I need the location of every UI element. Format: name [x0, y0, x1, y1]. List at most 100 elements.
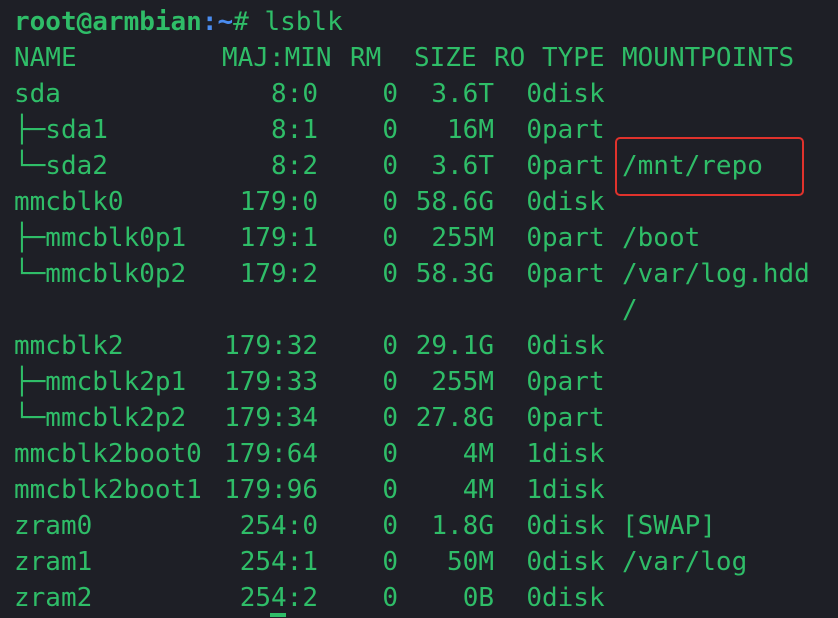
device-size: 255M [431, 367, 494, 397]
device-ro: 0 [526, 187, 542, 217]
table-row: mmcblk2boot0 179:64 0 4M 1 disk [14, 436, 824, 472]
device-majmin: 254:2 [239, 583, 318, 613]
table-row: zram2 254:2 0 0B 0 disk [14, 580, 824, 616]
device-size: 3.6T [431, 79, 494, 109]
device-type: disk [542, 79, 605, 109]
device-rm: 0 [382, 511, 398, 541]
device-ro: 0 [526, 223, 542, 253]
device-mountpoint [622, 76, 838, 112]
device-rm: 0 [382, 583, 398, 613]
device-name: ├─mmcblk0p1 [14, 223, 187, 253]
device-mountpoint: [SWAP] [622, 511, 716, 541]
device-ro: 0 [526, 511, 542, 541]
device-type: part [542, 223, 605, 253]
device-majmin [222, 292, 318, 328]
device-majmin: 254:1 [239, 547, 318, 577]
device-majmin: 179:1 [239, 223, 318, 253]
device-type: part [542, 403, 605, 433]
header-majmin: MAJ:MIN [222, 43, 332, 73]
device-name: ├─sda1 [14, 115, 108, 145]
device-mountpoint: /var/log.hdd [622, 259, 810, 289]
device-type: part [542, 259, 605, 289]
device-name: mmcblk0 [14, 187, 124, 217]
header-name: NAME [14, 43, 77, 73]
prompt-path: :~ [201, 7, 234, 37]
device-type: disk [542, 475, 605, 505]
device-size: 27.8G [415, 403, 494, 433]
device-rm: 0 [382, 115, 398, 145]
device-mountpoint [622, 436, 838, 472]
device-majmin: 179:0 [239, 187, 318, 217]
device-ro: 0 [526, 583, 542, 613]
table-row: └─mmcblk2p2 179:34 0 27.8G 0 part [14, 400, 824, 436]
device-mountpoint [622, 580, 838, 616]
device-rm: 0 [382, 151, 398, 181]
device-majmin: 8:0 [271, 79, 318, 109]
header-rm: RM [350, 43, 382, 73]
device-name: └─mmcblk0p2 [14, 259, 187, 289]
prompt-symbol: # [233, 7, 265, 37]
mountpoint-highlight-box [615, 137, 804, 196]
device-rm: 0 [382, 187, 398, 217]
header-ro: RO [494, 43, 526, 73]
device-size: 16M [447, 115, 494, 145]
table-row: mmcblk2 179:32 0 29.1G 0 disk [14, 328, 824, 364]
device-majmin: 179:32 [224, 331, 318, 361]
device-ro: 1 [526, 439, 542, 469]
device-majmin: 8:2 [271, 151, 318, 181]
device-ro: 1 [526, 475, 542, 505]
device-name: mmcblk2boot0 [14, 439, 202, 469]
header-mountpoints: MOUNTPOINTS [622, 43, 795, 73]
table-row: ├─mmcblk2p1 179:33 0 255M 0 part [14, 364, 824, 400]
device-name: mmcblk2boot1 [14, 475, 202, 505]
device-ro: 0 [526, 79, 542, 109]
device-rm: 0 [382, 223, 398, 253]
header-size: SIZE [414, 43, 477, 73]
text-cursor [270, 613, 286, 617]
device-rm: 0 [382, 439, 398, 469]
device-rm: 0 [382, 259, 398, 289]
table-row: zram0 254:0 0 1.8G 0 disk [SWAP] [14, 508, 824, 544]
device-rm: 0 [382, 331, 398, 361]
prompt-command: lsblk [264, 7, 343, 37]
device-type: part [542, 367, 605, 397]
device-size: 58.6G [415, 187, 494, 217]
device-majmin: 254:0 [239, 511, 318, 541]
device-name: zram1 [14, 547, 93, 577]
device-name: zram0 [14, 511, 93, 541]
device-type: disk [542, 187, 605, 217]
device-mountpoint: / [622, 295, 638, 325]
device-ro [510, 292, 542, 328]
device-majmin: 179:2 [239, 259, 318, 289]
device-majmin: 179:33 [224, 367, 318, 397]
device-size: 58.3G [415, 259, 494, 289]
prompt-line: root@armbian:~# lsblk [14, 4, 343, 40]
device-ro: 0 [526, 547, 542, 577]
header-type: TYPE [542, 43, 605, 73]
terminal-window[interactable]: root@armbian:~# lsblk NAME MAJ:MIN RM SI… [0, 0, 838, 618]
device-name: └─mmcblk2p2 [14, 403, 187, 433]
table-row: mmcblk2boot1 179:96 0 4M 1 disk [14, 472, 824, 508]
device-ro: 0 [526, 331, 542, 361]
device-size: 0B [462, 583, 494, 613]
device-rm: 0 [382, 475, 398, 505]
device-name [14, 292, 214, 328]
device-type: disk [542, 331, 605, 361]
device-mountpoint: /boot [622, 223, 701, 253]
device-majmin: 179:96 [224, 475, 318, 505]
device-type: disk [542, 439, 605, 469]
device-name: sda [14, 79, 61, 109]
device-ro: 0 [526, 115, 542, 145]
device-name: └─sda2 [14, 151, 108, 181]
device-mountpoint [622, 364, 838, 400]
table-row: zram1 254:1 0 50M 0 disk/var/log [14, 544, 824, 580]
device-mountpoint [622, 400, 838, 436]
device-majmin: 179:34 [224, 403, 318, 433]
device-majmin: 8:1 [271, 115, 318, 145]
device-size: 1.8G [431, 511, 494, 541]
device-ro: 0 [526, 403, 542, 433]
device-size: 255M [431, 223, 494, 253]
device-mountpoint [622, 472, 838, 508]
device-type: disk [542, 583, 605, 613]
device-ro: 0 [526, 259, 542, 289]
